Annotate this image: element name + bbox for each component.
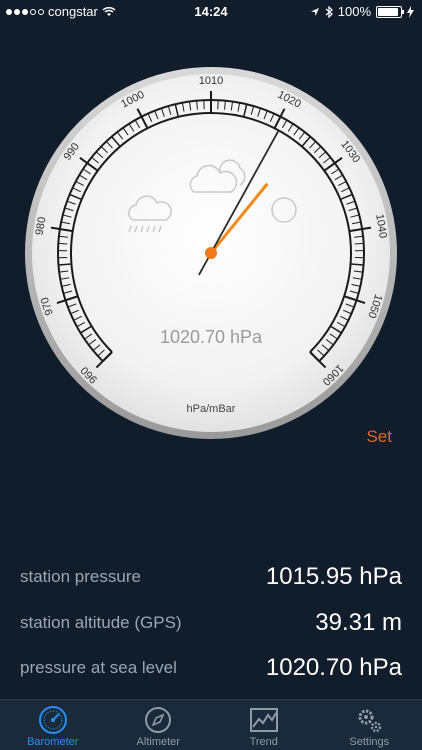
tab-label: Settings	[349, 736, 390, 748]
tab-barometer[interactable]: Barometer	[0, 700, 106, 750]
scale-tick	[354, 242, 364, 245]
gauge-unit-label: hPa/mBar	[187, 403, 236, 415]
tab-bar: Barometer Altimeter Trend Settings	[0, 699, 422, 750]
set-button[interactable]: Set	[366, 427, 392, 447]
reading-station-pressure: station pressure 1015.95 hPa	[20, 557, 402, 597]
tab-settings[interactable]: Settings	[317, 700, 422, 750]
scale-tick	[350, 263, 364, 266]
gauge-reading: 1020.70 hPa	[160, 327, 263, 347]
gears-icon	[358, 709, 382, 733]
barometer-gauge: 9609709809901000101010201030104010501060…	[25, 67, 397, 439]
scale-tick	[58, 242, 68, 245]
scale-tick	[58, 263, 72, 266]
reading-value: 39.31 m	[315, 609, 402, 636]
reading-value: 1020.70 hPa	[265, 654, 402, 681]
reading-label: pressure at sea level	[20, 658, 177, 677]
tab-altimeter[interactable]: Altimeter	[106, 700, 212, 750]
tab-trend[interactable]: Trend	[211, 700, 317, 750]
tab-label: Altimeter	[136, 736, 180, 748]
reading-label: station altitude (GPS)	[20, 613, 182, 632]
reading-station-altitude: station altitude (GPS) 39.31 m	[20, 603, 402, 643]
tick-label: 1010	[199, 75, 223, 87]
tab-label: Trend	[249, 736, 278, 748]
gauge-icon	[38, 706, 67, 734]
reading-value: 1015.95 hPa	[265, 563, 402, 590]
trend-chart-icon	[249, 708, 278, 732]
reading-sea-level-pressure: pressure at sea level 1020.70 hPa	[20, 648, 402, 688]
compass-icon	[145, 707, 172, 733]
reading-label: station pressure	[20, 567, 141, 586]
needle-hub	[205, 247, 217, 259]
tab-label: Barometer	[27, 736, 79, 748]
